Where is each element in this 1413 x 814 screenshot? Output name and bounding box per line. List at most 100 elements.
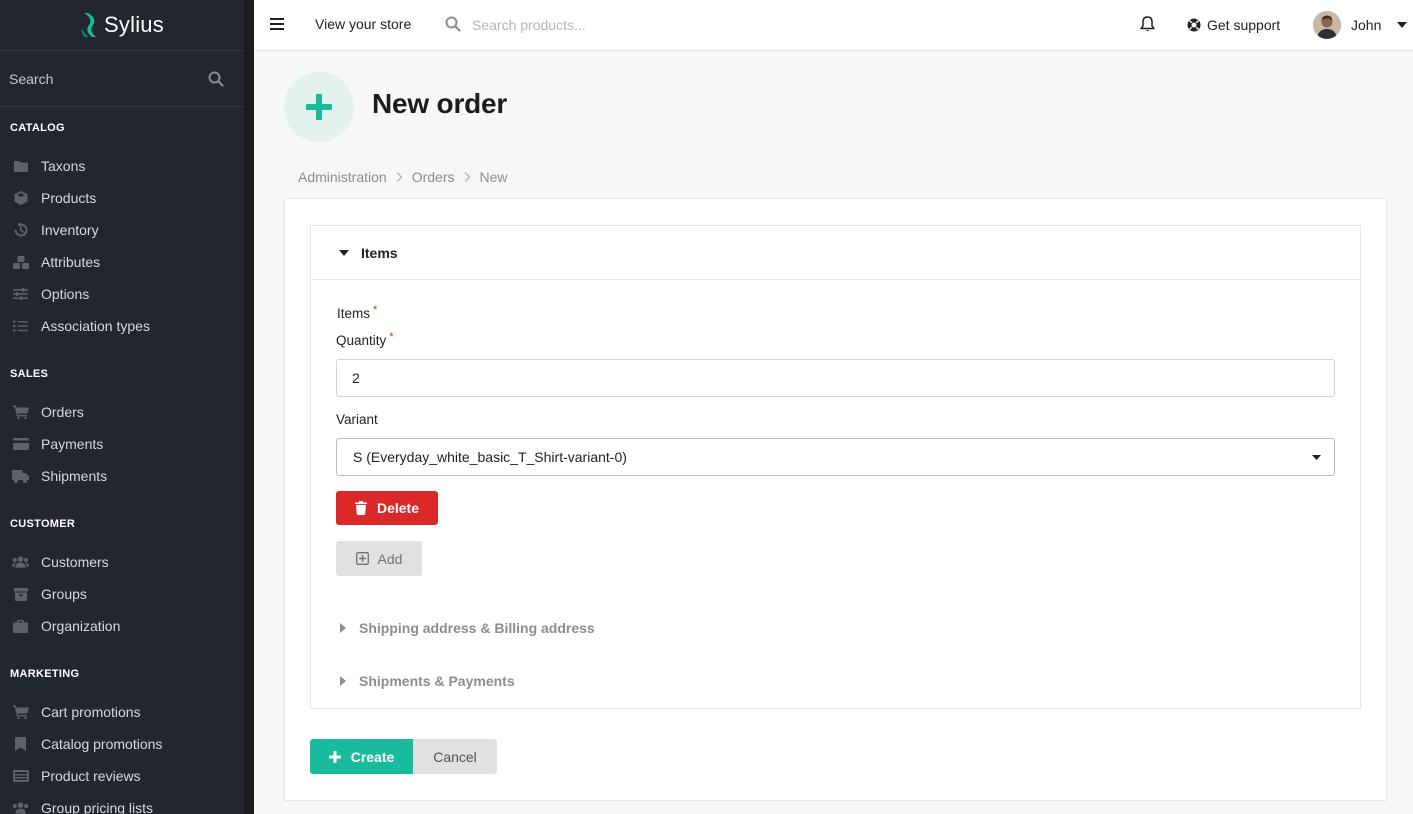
create-label: Create: [350, 748, 395, 765]
quantity-label-text: Quantity: [336, 333, 387, 348]
variant-select[interactable]: S (Everyday_white_basic_T_Shirt-variant-…: [336, 438, 1335, 476]
sidebar-item-shipments[interactable]: Shipments: [0, 460, 244, 492]
sidebar: Sylius Search CATALOG Taxons Products In…: [0, 0, 254, 814]
add-label: Add: [377, 550, 403, 567]
variant-selected-value: S (Everyday_white_basic_T_Shirt-variant-…: [353, 449, 627, 465]
get-support-link[interactable]: Get support: [1187, 0, 1280, 50]
sidebar-item-label: Product reviews: [41, 768, 141, 784]
section-catalog: CATALOG: [10, 122, 65, 134]
sidebar-item-label: Customers: [41, 554, 109, 570]
life-ring-icon: [1187, 18, 1201, 32]
hamburger-menu-icon[interactable]: [270, 17, 284, 31]
delete-item-button[interactable]: Delete: [336, 491, 438, 525]
avatar: [1313, 11, 1341, 39]
sidebar-item-catalog-promotions[interactable]: Catalog promotions: [0, 728, 244, 760]
create-button[interactable]: Create: [310, 739, 413, 774]
shipments-accordion-title[interactable]: Shipments & Payments: [340, 671, 515, 691]
cube-icon: [12, 191, 29, 205]
cancel-label: Cancel: [433, 748, 477, 765]
sidebar-item-groups[interactable]: Groups: [0, 578, 244, 610]
breadcrumb: Administration Orders New: [298, 167, 508, 187]
sidebar-item-cart-promotions[interactable]: Cart promotions: [0, 696, 244, 728]
user-menu[interactable]: John: [1313, 10, 1408, 40]
view-store-link[interactable]: View your store: [315, 0, 411, 50]
quantity-field[interactable]: [336, 359, 1335, 397]
items-section-label: Items: [361, 244, 398, 261]
sidebar-item-taxons[interactable]: Taxons: [0, 150, 244, 182]
folder-icon: [12, 159, 29, 173]
sidebar-item-products[interactable]: Products: [0, 182, 244, 214]
sidebar-item-association-types[interactable]: Association types: [0, 310, 244, 342]
sidebar-item-organization[interactable]: Organization: [0, 610, 244, 642]
users-icon: [12, 555, 29, 569]
sylius-logo-icon: [81, 13, 97, 37]
search-icon[interactable]: [208, 71, 224, 87]
search-icon: [445, 16, 461, 32]
sidebar-item-label: Products: [41, 190, 97, 206]
sliders-icon: [12, 287, 29, 301]
caret-down-icon: [339, 249, 349, 256]
sidebar-search[interactable]: Search: [0, 51, 244, 107]
breadcrumb-orders[interactable]: Orders: [412, 169, 455, 185]
items-label: Items *: [337, 304, 378, 321]
chevron-right-icon: [464, 172, 470, 182]
sidebar-item-customers[interactable]: Customers: [0, 546, 244, 578]
archive-icon: [12, 587, 29, 601]
sidebar-item-label: Payments: [41, 436, 104, 452]
required-mark: *: [389, 331, 394, 343]
sidebar-item-group-pricing-lists[interactable]: Group pricing lists: [0, 792, 244, 814]
sidebar-item-product-reviews[interactable]: Product reviews: [0, 760, 244, 792]
bell-icon[interactable]: [1140, 16, 1155, 32]
sidebar-item-label: Shipments: [41, 468, 108, 484]
sidebar-item-label: Group pricing lists: [41, 800, 154, 814]
product-search-input[interactable]: [470, 13, 770, 37]
section-customer: CUSTOMER: [10, 518, 76, 530]
shipments-section-label: Shipments & Payments: [359, 673, 515, 689]
sidebar-item-label: Association types: [41, 318, 150, 334]
dropdown-arrow-icon: [1312, 455, 1321, 460]
caret-right-icon: [340, 676, 346, 686]
sidebar-item-label: Orders: [41, 404, 84, 420]
get-support-label: Get support: [1207, 17, 1281, 33]
trash-icon: [354, 501, 367, 515]
items-accordion-title[interactable]: Items: [311, 226, 1360, 280]
addresses-accordion-title[interactable]: Shipping address & Billing address: [340, 618, 595, 638]
briefcase-icon: [12, 619, 29, 633]
cancel-button[interactable]: Cancel: [413, 739, 497, 774]
sidebar-item-label: Cart promotions: [41, 704, 141, 720]
chevron-right-icon: [396, 172, 403, 182]
add-item-button[interactable]: Add: [336, 541, 422, 576]
plus-icon: [306, 94, 332, 120]
required-mark: *: [373, 304, 378, 316]
user-name: John: [1351, 17, 1382, 33]
plus-square-icon: [355, 552, 369, 565]
page-header-icon: [284, 72, 354, 142]
brand-name: Sylius: [104, 12, 164, 37]
caret-right-icon: [340, 623, 346, 633]
items-label-text: Items: [337, 306, 371, 321]
sidebar-item-payments[interactable]: Payments: [0, 428, 244, 460]
plus-icon: [328, 750, 341, 763]
sidebar-item-orders[interactable]: Orders: [0, 396, 244, 428]
breadcrumb-new: New: [479, 169, 508, 185]
history-icon: [12, 223, 29, 237]
sidebar-item-label: Attributes: [41, 254, 101, 270]
users-icon: [12, 801, 29, 814]
quantity-label: Quantity *: [336, 331, 394, 348]
cubes-icon: [12, 255, 29, 269]
sidebar-item-attributes[interactable]: Attributes: [0, 246, 244, 278]
section-sales: SALES: [10, 368, 49, 380]
sidebar-item-label: Organization: [41, 618, 121, 634]
sidebar-item-options[interactable]: Options: [0, 278, 244, 310]
sidebar-item-label: Options: [41, 286, 90, 302]
delete-label: Delete: [376, 500, 420, 516]
brand[interactable]: Sylius: [0, 0, 244, 51]
sidebar-panel: Sylius Search CATALOG Taxons Products In…: [0, 0, 244, 814]
chevron-down-icon: [1397, 22, 1408, 28]
sidebar-item-label: Inventory: [41, 222, 99, 238]
breadcrumb-administration[interactable]: Administration: [298, 169, 387, 185]
credit-card-icon: [12, 437, 29, 451]
page-title: New order: [372, 88, 508, 119]
newspaper-icon: [12, 769, 29, 783]
sidebar-item-inventory[interactable]: Inventory: [0, 214, 244, 246]
